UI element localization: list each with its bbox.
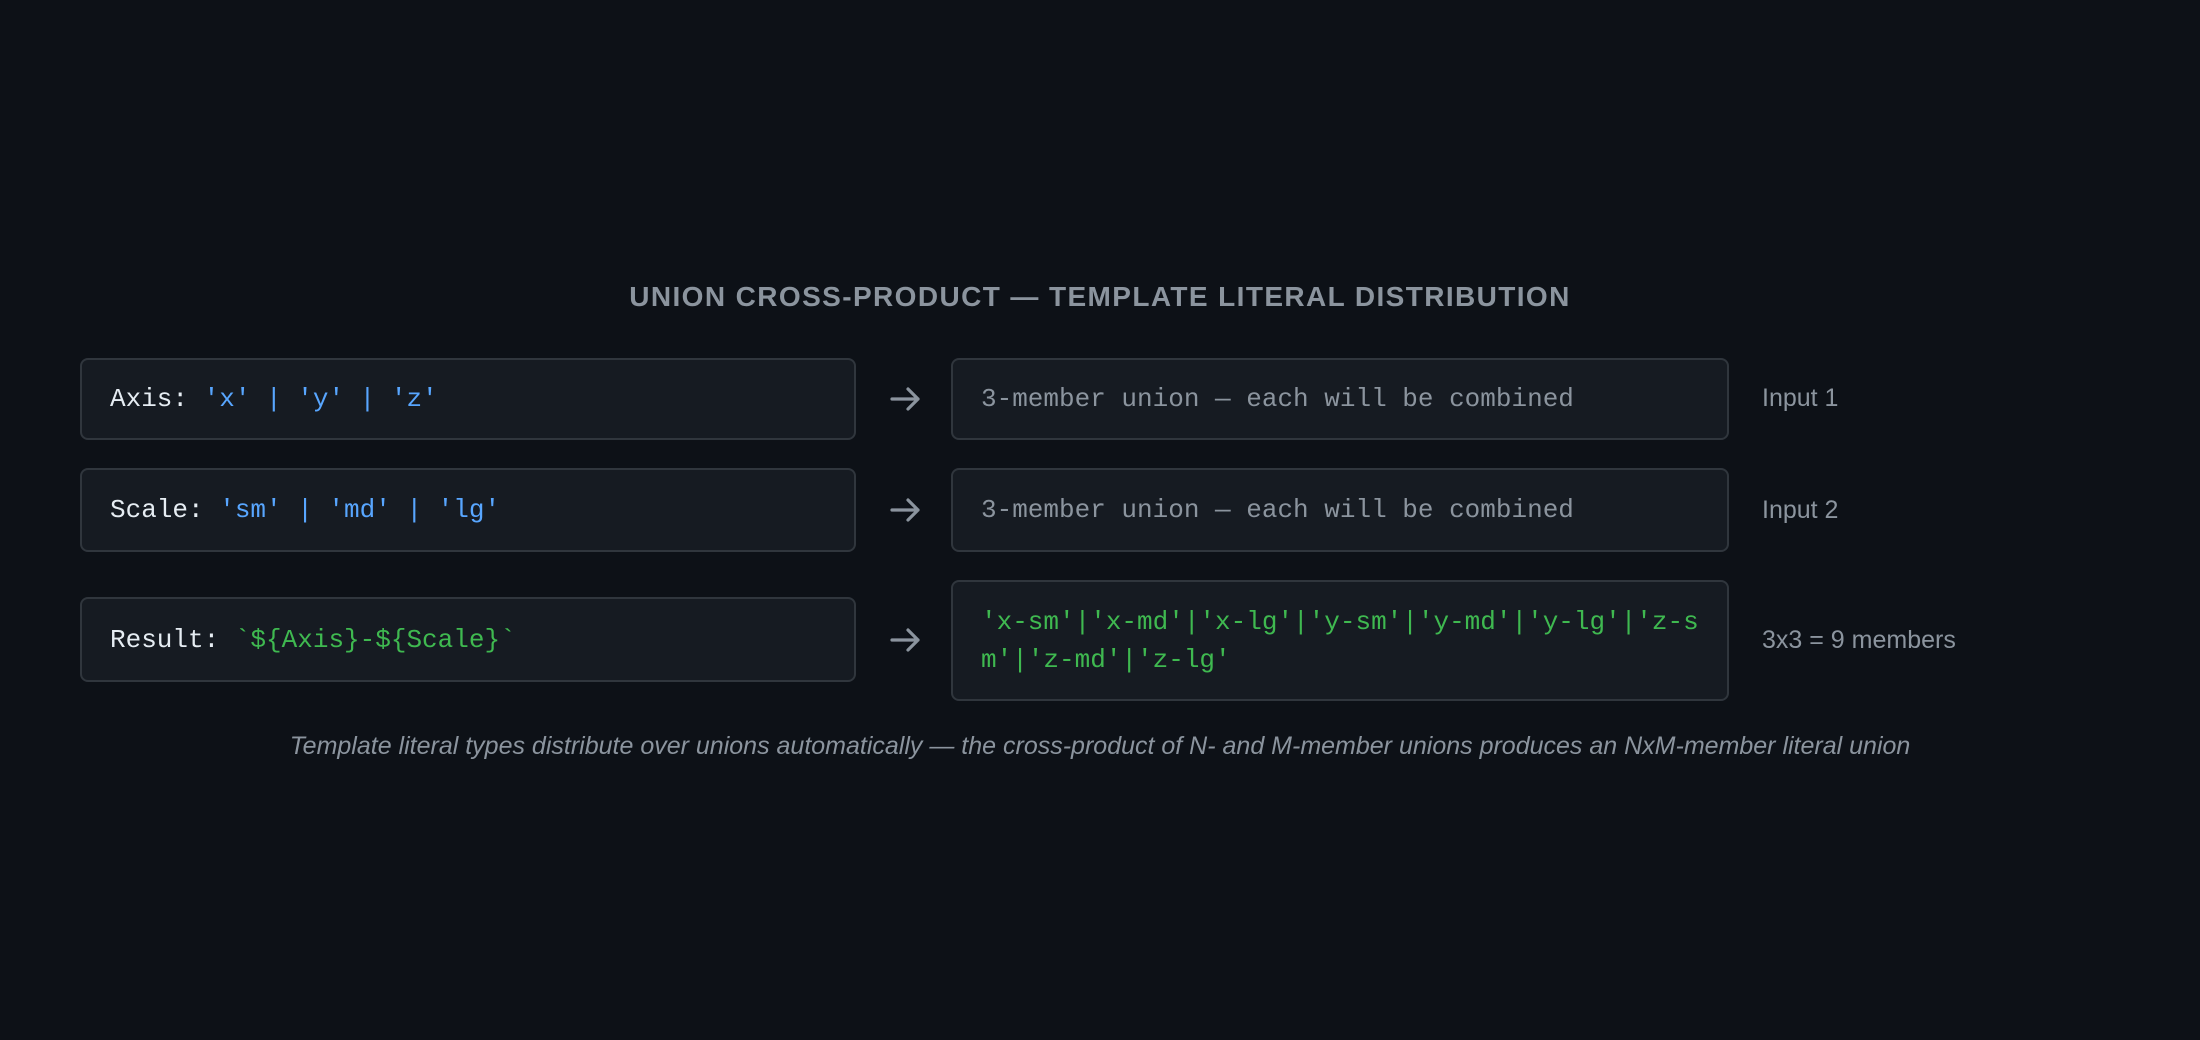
- axis-description: 3-member union — each will be combined: [981, 384, 1574, 414]
- input-2-label: Input 2: [1762, 496, 1839, 524]
- result-type-key: Result:: [110, 624, 235, 655]
- arrow-right-icon: [886, 490, 926, 530]
- member-count-label: 3x3 = 9 members: [1762, 626, 1956, 654]
- arrow-right-icon: [886, 379, 926, 419]
- axis-type-box: Axis: 'x' | 'y' | 'z': [80, 358, 856, 440]
- caption: Template literal types distribute over u…: [289, 732, 1911, 760]
- scale-description-box: 3-member union — each will be combined: [951, 468, 1729, 552]
- diagram-title: UNION CROSS-PRODUCT — TEMPLATE LITERAL D…: [629, 281, 1571, 312]
- result-union-box: 'x-sm'|'x-md'|'x-lg'|'y-sm'|'y-md'|'y-lg…: [951, 580, 1729, 701]
- result-type-value: `${Axis}-${Scale}`: [234, 624, 516, 655]
- scale-type-value: 'sm' | 'md' | 'lg': [219, 495, 501, 525]
- scale-type-box: Scale: 'sm' | 'md' | 'lg': [80, 468, 856, 552]
- result-union: 'x-sm'|'x-md'|'x-lg'|'y-sm'|'y-md'|'y-lg…: [981, 606, 1699, 675]
- scale-description: 3-member union — each will be combined: [981, 495, 1574, 525]
- axis-type-key: Axis:: [110, 384, 204, 414]
- axis-type-value: 'x' | 'y' | 'z': [203, 384, 438, 414]
- input-1-label: Input 1: [1762, 384, 1839, 412]
- axis-description-box: 3-member union — each will be combined: [951, 358, 1729, 440]
- result-type-box: Result: `${Axis}-${Scale}`: [80, 597, 856, 682]
- scale-type-key: Scale:: [110, 495, 220, 525]
- arrow-right-icon: [886, 620, 926, 660]
